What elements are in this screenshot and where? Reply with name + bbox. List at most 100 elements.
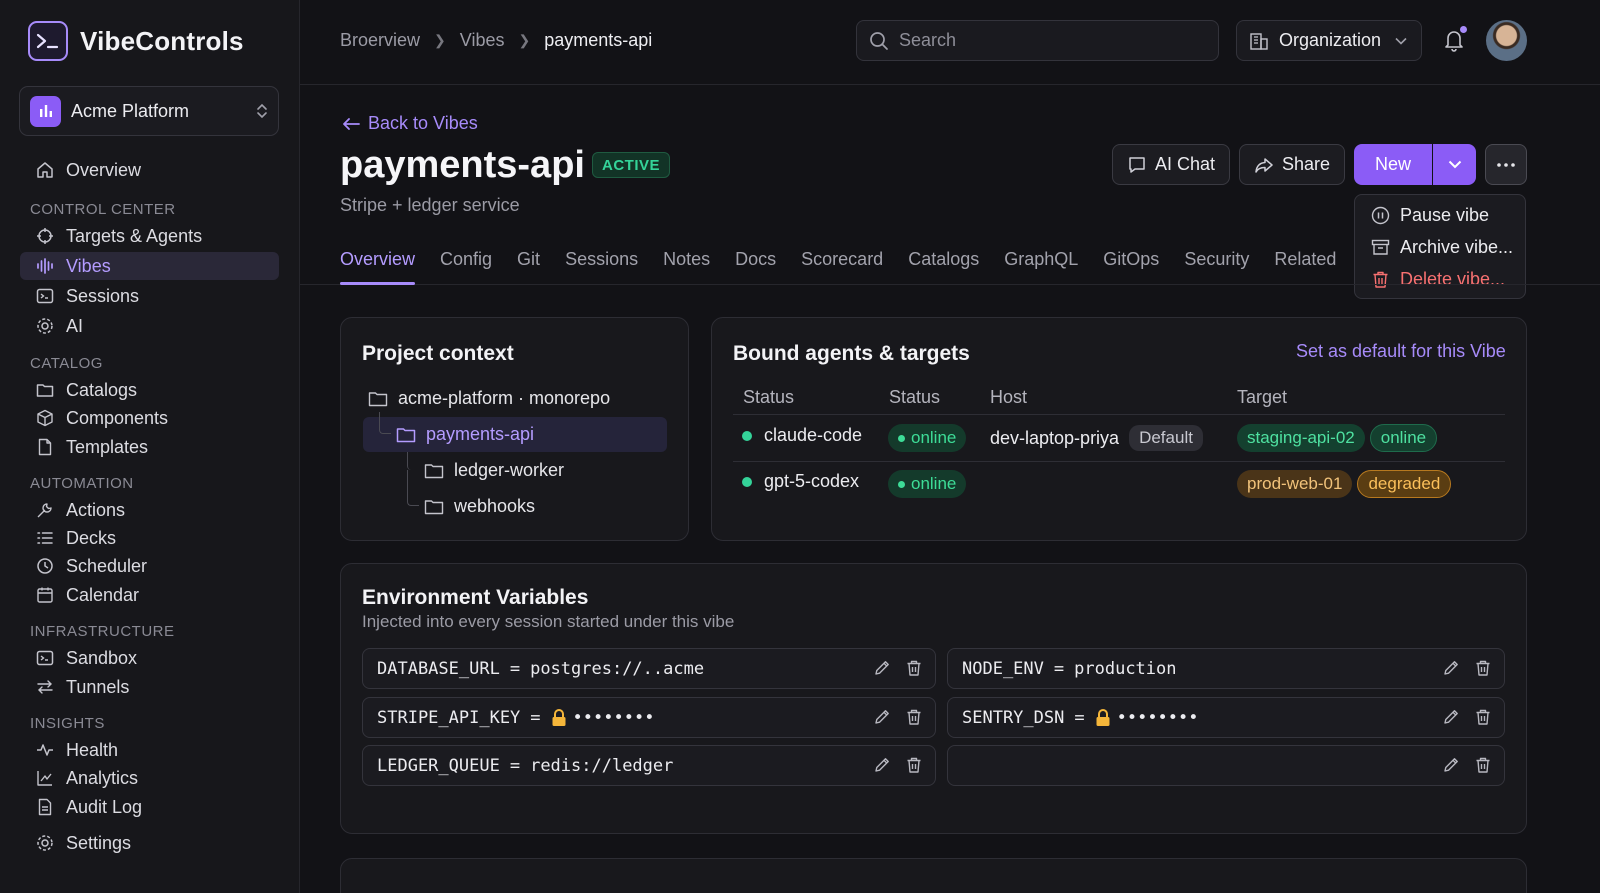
env-key: SENTRY_DSN <box>962 707 1065 728</box>
menu-item-pause[interactable]: Pause vibe <box>1371 205 1489 226</box>
env-value: redis://ledger <box>530 755 674 776</box>
search-input[interactable] <box>899 30 1199 51</box>
app-logo[interactable]: VibeControls <box>28 21 244 61</box>
tree-item[interactable]: ledger-worker <box>424 460 564 481</box>
sidebar-item-settings[interactable]: Settings <box>20 829 279 857</box>
organization-select[interactable]: Organization <box>1236 20 1422 61</box>
sidebar-item-decks[interactable]: Decks <box>20 524 279 552</box>
sidebar-item-components[interactable]: Components <box>20 404 279 432</box>
sidebar-item-sandbox[interactable]: Sandbox <box>20 644 279 672</box>
list-icon <box>36 529 54 547</box>
menu-item-label: Delete vibe... <box>1400 269 1506 289</box>
trash-icon <box>1371 270 1390 289</box>
tree-item-root[interactable]: acme-platform · monorepo <box>368 388 610 409</box>
sidebar-item-overview[interactable]: Overview <box>20 156 279 184</box>
sidebar-item-actions[interactable]: Actions <box>20 496 279 524</box>
trash-icon[interactable] <box>905 756 923 774</box>
trash-icon[interactable] <box>905 659 923 677</box>
menu-item-archive[interactable]: Archive vibe... <box>1371 237 1513 258</box>
sidebar-item-tunnels[interactable]: Tunnels <box>20 673 279 701</box>
tab-catalogs[interactable]: Catalogs <box>908 249 979 285</box>
pencil-icon[interactable] <box>1442 756 1460 774</box>
new-dropdown-button[interactable] <box>1433 144 1476 185</box>
agent-cell[interactable]: claude-code <box>742 425 862 446</box>
target-badge[interactable]: prod-web-01 <box>1237 470 1353 498</box>
new-button[interactable]: New <box>1354 144 1432 185</box>
sidebar-item-catalogs[interactable]: Catalogs <box>20 376 279 404</box>
tab-sessions[interactable]: Sessions <box>565 249 638 285</box>
breadcrumb-item[interactable]: Broerview <box>340 30 420 51</box>
tab-gitops[interactable]: GitOps <box>1103 249 1159 285</box>
section-automation: AUTOMATION <box>30 475 134 492</box>
env-var-row[interactable]: DATABASE_URL = postgres://..acme <box>362 648 936 689</box>
tab-docs[interactable]: Docs <box>735 249 776 285</box>
sidebar-item-health[interactable]: Health <box>20 736 279 764</box>
notifications-button[interactable] <box>1443 26 1467 52</box>
document-icon <box>36 798 54 816</box>
env-var-row[interactable]: STRIPE_API_KEY = •••••••• <box>362 697 936 738</box>
avatar[interactable] <box>1486 20 1527 61</box>
search-box[interactable] <box>856 20 1219 61</box>
tab-notes[interactable]: Notes <box>663 249 710 285</box>
chevron-right-icon: ❯ <box>434 32 446 48</box>
tree-item-selected[interactable]: payments-api <box>396 424 534 445</box>
menu-item-delete[interactable]: Delete vibe... <box>1371 269 1505 290</box>
env-var-row[interactable]: NODE_ENV = production <box>947 648 1505 689</box>
pencil-icon[interactable] <box>873 708 891 726</box>
sidebar-item-calendar[interactable]: Calendar <box>20 581 279 609</box>
trash-icon[interactable] <box>1474 708 1492 726</box>
back-link-label: Back to Vibes <box>368 113 478 133</box>
back-link[interactable]: Back to Vibes <box>342 113 478 134</box>
env-actions <box>873 756 923 774</box>
trash-icon[interactable] <box>1474 659 1492 677</box>
sidebar-item-label: AI <box>66 315 84 336</box>
workspace-name: Acme Platform <box>71 100 190 121</box>
sidebar-item-sessions[interactable]: Sessions <box>20 282 279 310</box>
tree-item-label: webhooks <box>454 496 536 516</box>
tree-item[interactable]: webhooks <box>424 496 535 517</box>
share-button[interactable]: Share <box>1239 144 1346 185</box>
set-default-link[interactable]: Set as default for this Vibe <box>1296 341 1506 362</box>
trash-icon[interactable] <box>1474 756 1492 774</box>
pencil-icon[interactable] <box>1442 708 1460 726</box>
breadcrumb-item[interactable]: Vibes <box>460 30 505 51</box>
agent-cell[interactable]: gpt-5-codex <box>742 471 859 492</box>
chevron-right-icon: ❯ <box>518 32 531 48</box>
workspace-switcher[interactable]: Acme Platform <box>19 86 279 136</box>
waveform-icon <box>36 257 54 275</box>
env-value: •••••••• <box>572 707 655 728</box>
tab-scorecard[interactable]: Scorecard <box>801 249 883 285</box>
tab-git[interactable]: Git <box>517 249 540 285</box>
sidebar-item-targets[interactable]: Targets & Agents <box>20 222 279 250</box>
organization-label: Organization <box>1279 30 1382 50</box>
more-button[interactable] <box>1485 144 1527 185</box>
pencil-icon[interactable] <box>873 659 891 677</box>
pencil-icon[interactable] <box>1442 659 1460 677</box>
tab-config[interactable]: Config <box>440 249 492 285</box>
tab-graphql[interactable]: GraphQL <box>1004 249 1078 285</box>
trash-icon[interactable] <box>905 708 923 726</box>
env-equals: = <box>509 755 521 776</box>
env-var-row[interactable]: LEDGER_QUEUE = redis://ledger <box>362 745 936 786</box>
env-var-row[interactable]: SENTRY_DSN = •••••••• <box>947 697 1505 738</box>
sidebar-item-templates[interactable]: Templates <box>20 433 279 461</box>
sidebar-item-label: Health <box>66 739 119 760</box>
top-bar: Broerview ❯ Vibes ❯ payments-api Organiz… <box>300 0 1600 85</box>
sidebar-item-scheduler[interactable]: Scheduler <box>20 552 279 580</box>
sidebar-item-ai[interactable]: AI <box>20 312 279 340</box>
lock-icon <box>1095 708 1111 727</box>
pencil-icon[interactable] <box>873 756 891 774</box>
breadcrumb-current: payments-api <box>544 30 653 50</box>
ai-chat-button[interactable]: AI Chat <box>1112 144 1231 185</box>
tab-security[interactable]: Security <box>1184 249 1249 285</box>
sidebar-item-vibes[interactable]: Vibes <box>20 252 279 280</box>
status-dot <box>742 476 752 487</box>
env-var-row-empty[interactable] <box>947 745 1505 786</box>
target-badge[interactable]: staging-api-02 <box>1237 424 1365 452</box>
sidebar-item-analytics[interactable]: Analytics <box>20 764 279 792</box>
tab-overview[interactable]: Overview <box>340 249 416 285</box>
status-dot <box>898 480 905 488</box>
tab-related[interactable]: Related <box>1274 249 1336 285</box>
sidebar-item-audit-log[interactable]: Audit Log <box>20 793 279 821</box>
breadcrumb: Broerview ❯ Vibes ❯ payments-api <box>340 30 652 51</box>
